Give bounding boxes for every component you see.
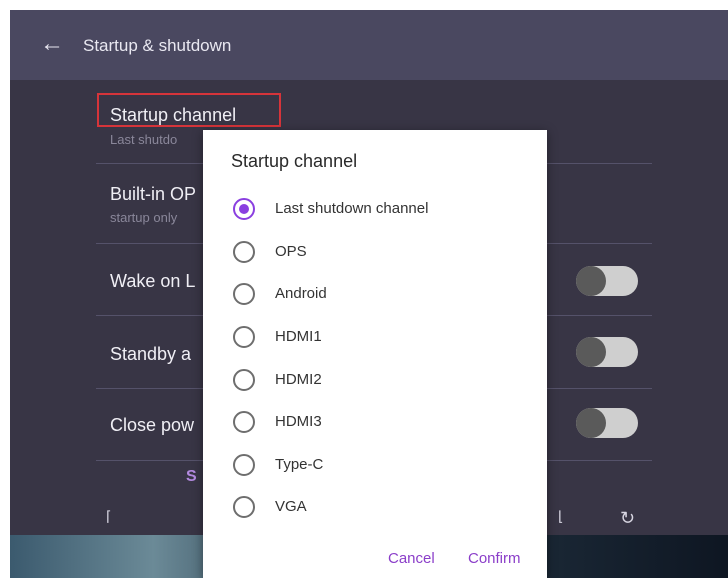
toggle-knob xyxy=(576,266,606,296)
setting-label: Close pow xyxy=(110,415,195,435)
option-label: HDMI2 xyxy=(275,371,322,388)
app-bar: ← Startup & shutdown xyxy=(10,10,728,80)
refresh-icon: ↻ xyxy=(620,508,636,528)
option-last-shutdown-channel[interactable]: Last shutdown channel xyxy=(233,194,533,224)
option-label: HDMI3 xyxy=(275,413,322,430)
radio-selected-icon[interactable] xyxy=(233,198,255,220)
radio-icon[interactable] xyxy=(233,283,255,305)
toggle-knob xyxy=(576,408,606,438)
option-label: Last shutdown channel xyxy=(275,200,429,217)
option-type-c[interactable]: Type-C xyxy=(233,450,533,480)
radio-icon[interactable] xyxy=(233,241,255,263)
setting-sublabel: Last shutdo xyxy=(110,132,178,147)
option-hdmi1[interactable]: HDMI1 xyxy=(233,322,533,352)
option-hdmi2[interactable]: HDMI2 xyxy=(233,365,533,395)
dock-icon: ⌈ xyxy=(106,508,112,524)
confirm-button[interactable]: Confirm xyxy=(468,550,521,568)
setting-label: Wake on L xyxy=(110,271,196,291)
highlight-box xyxy=(97,93,281,127)
toggle-knob xyxy=(576,337,606,367)
setting-label: Built-in OP xyxy=(110,184,197,204)
dock-icon: ⌊ xyxy=(558,508,564,524)
radio-icon[interactable] xyxy=(233,369,255,391)
option-label: Type-C xyxy=(275,456,324,473)
wake-toggle[interactable] xyxy=(576,266,638,296)
startup-channel-dialog: Startup channel Last shutdown channel OP… xyxy=(203,130,547,578)
option-label: HDMI1 xyxy=(275,328,322,345)
setting-sublabel: startup only xyxy=(110,210,178,225)
radio-icon[interactable] xyxy=(233,496,255,518)
standby-toggle[interactable] xyxy=(576,337,638,367)
arrow-left-icon[interactable]: ← xyxy=(40,32,64,56)
dialog-title: Startup channel xyxy=(231,151,358,171)
option-android[interactable]: Android xyxy=(233,279,533,309)
option-vga[interactable]: VGA xyxy=(233,492,533,522)
option-ops[interactable]: OPS xyxy=(233,237,533,267)
option-hdmi3[interactable]: HDMI3 xyxy=(233,407,533,437)
radio-icon[interactable] xyxy=(233,326,255,348)
close-power-toggle[interactable] xyxy=(576,408,638,438)
radio-icon[interactable] xyxy=(233,411,255,433)
hidden-link-text: S xyxy=(186,468,197,485)
page-title: Startup & shutdown xyxy=(83,36,232,55)
cancel-button[interactable]: Cancel xyxy=(388,550,435,568)
setting-label: Standby a xyxy=(110,344,192,364)
option-label: OPS xyxy=(275,243,307,260)
option-label: VGA xyxy=(275,498,307,515)
radio-icon[interactable] xyxy=(233,454,255,476)
option-label: Android xyxy=(275,285,327,302)
